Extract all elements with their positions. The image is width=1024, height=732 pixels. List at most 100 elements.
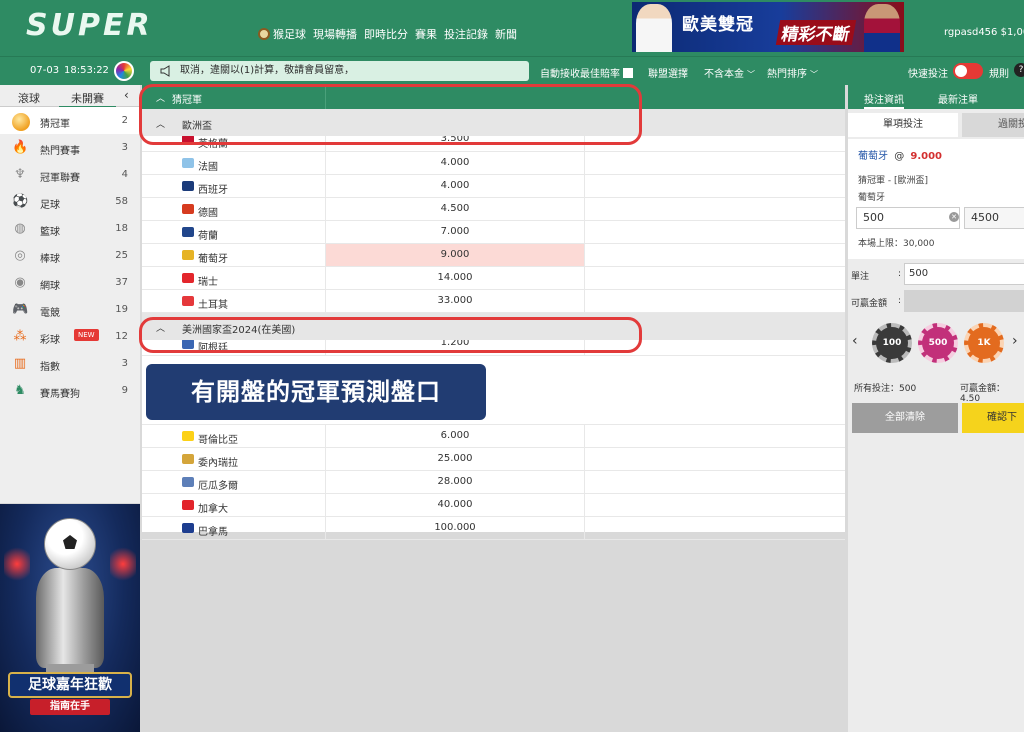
nav-live-score[interactable]: 即時比分 [364, 26, 408, 42]
banner-text-primary: 歐美雙冠 [682, 15, 754, 35]
table-row: 瑞士 14.000 [142, 267, 845, 290]
promo-ad[interactable]: 足球嘉年狂歡 指南在手 [0, 504, 140, 732]
quick-bet-toggle[interactable] [953, 63, 983, 79]
promo-banner[interactable]: 歐美雙冠 精彩不斷 [632, 2, 904, 52]
flag-icon [182, 454, 194, 464]
chevron-left-icon[interactable]: ‹ [852, 333, 858, 349]
odds-cell[interactable]: 28.000 [325, 471, 585, 493]
sidebar-item-lottery[interactable]: ⁂ 彩球 NEW 12 [0, 323, 140, 350]
confirm-bet-button[interactable]: 確認下 [962, 403, 1024, 433]
sidebar-item-baseball[interactable]: ◎ 棒球 25 [0, 242, 140, 269]
odds-cell[interactable]: 6.000 [325, 425, 585, 447]
player-image-left [636, 4, 672, 52]
table-row: 加拿大 40.000 [142, 494, 845, 517]
sidebar-item-index[interactable]: ▥ 指數 3 [0, 350, 140, 377]
announcement-marquee[interactable]: 取消，違關以(1)計算，敬請會員留意， [150, 61, 529, 81]
table-row: 西班牙 4.000 [142, 175, 845, 198]
promo-title: 足球嘉年狂歡 [8, 672, 132, 698]
sidebar-item-esports[interactable]: 🎮 電競 19 [0, 296, 140, 323]
sidebar-item-outright[interactable]: 猜冠軍 2 [0, 107, 140, 134]
pick-name: 葡萄牙 [858, 193, 886, 203]
betslip-tabs: 投注資訊 最新注單 [848, 85, 1024, 109]
odds-cell[interactable]: 7.000 [325, 221, 585, 243]
odds-cell-selected[interactable]: 9.000 [325, 244, 585, 266]
current-time: 18:53:22 [64, 65, 109, 76]
sidebar-item-basketball[interactable]: ◍ 籃球 18 [0, 215, 140, 242]
chip-500[interactable]: 500 [918, 323, 958, 363]
odds-cell[interactable]: 4.000 [325, 152, 585, 174]
toolbar: 07-03 18:53:22 取消，違關以(1)計算，敬請會員留意， 自動接收最… [0, 56, 1024, 85]
tab-in-play[interactable]: 滾球 [18, 90, 40, 106]
unit-stake-input[interactable]: 500 [904, 263, 1024, 285]
site-logo[interactable]: SUPER [26, 8, 153, 43]
baseball-icon: ◎ [14, 248, 26, 263]
soccer-ball-icon [44, 518, 96, 570]
fire-icon: 🔥 [12, 140, 29, 155]
sidebar-item-champions[interactable]: ♆ 冠軍聯賽 4 [0, 161, 140, 188]
win-amount-row: 可贏金額 : [848, 288, 1024, 316]
help-icon[interactable]: ? [1014, 63, 1024, 77]
chevron-down-icon: ﹀ [747, 70, 755, 79]
flag-icon [182, 158, 194, 168]
auto-accept-odds[interactable]: 自動接收最佳賠率 [540, 65, 633, 80]
market-name: 猜冠軍 - [歐洲盃] [858, 176, 928, 186]
odds-cell[interactable]: 25.000 [325, 448, 585, 470]
user-account[interactable]: rgpasd456 $1,00 [944, 27, 1024, 38]
nav-live-stream[interactable]: 現場轉播 [313, 26, 357, 42]
sidebar-item-hot[interactable]: 🔥 熱門賽事 3 [0, 134, 140, 161]
lottery-icon: ⁂ [13, 329, 27, 344]
tab-parlay[interactable]: 過關投 [962, 113, 1024, 137]
selection-card: 葡萄牙 @ 9.000 猜冠軍 - [歐洲盃] 葡萄牙 500 ✕ 4500 本… [848, 139, 1024, 259]
nav-bet-history[interactable]: 投注記錄 [444, 26, 488, 42]
auto-accept-checkbox[interactable] [623, 68, 633, 78]
chip-100[interactable]: 100 [872, 323, 912, 363]
tab-latest-bets[interactable]: 最新注單 [938, 91, 978, 106]
chip-selector: ‹ 100 500 1K › [848, 321, 1024, 365]
odds-cell[interactable]: 4.500 [325, 198, 585, 220]
table-row: 土耳其 33.000 [142, 290, 845, 313]
tab-upcoming[interactable]: 未開賽 [59, 90, 116, 108]
team-name: 委內瑞拉 [198, 458, 238, 469]
odds-cell[interactable]: 100.000 [325, 517, 585, 539]
sidebar-item-tennis[interactable]: ◉ 網球 37 [0, 269, 140, 296]
flag-icon [182, 273, 194, 283]
stake-input[interactable]: 500 ✕ [856, 207, 960, 229]
total-win: 可贏金額：4.50 [960, 384, 1006, 404]
theme-color-icon[interactable] [114, 61, 134, 81]
odds-cell[interactable]: 4.000 [325, 175, 585, 197]
bet-type-tabs: 單項投注 過關投 [848, 109, 1024, 137]
sidebar-item-soccer[interactable]: ⚽ 足球 58 [0, 188, 140, 215]
stage-light-icon [4, 544, 30, 584]
rules-link[interactable]: 規則 [989, 65, 1009, 80]
tab-single-bet[interactable]: 單項投注 [848, 113, 958, 137]
table-row: 德國 4.500 [142, 198, 845, 221]
flag-icon [182, 431, 194, 441]
flag-icon [182, 296, 194, 306]
gamepad-icon: 🎮 [12, 302, 29, 317]
clear-all-button[interactable]: 全部清除 [852, 403, 958, 433]
tab-bet-info[interactable]: 投注資訊 [864, 91, 904, 109]
chart-icon: ▥ [13, 356, 27, 371]
odds-cell[interactable]: 40.000 [325, 494, 585, 516]
team-name: 荷蘭 [198, 231, 218, 242]
team-name: 法國 [198, 162, 218, 173]
chevron-right-icon[interactable]: › [1012, 333, 1018, 349]
clear-icon[interactable]: ✕ [949, 212, 959, 222]
nav-news[interactable]: 新聞 [495, 26, 517, 42]
nav-results[interactable]: 賽果 [415, 26, 437, 42]
table-row: 荷蘭 7.000 [142, 221, 845, 244]
chip-1k[interactable]: 1K [964, 323, 1004, 363]
bet-limit: 本場上限：30,000 [858, 239, 935, 249]
table-row: 哥倫比亞 6.000 [142, 425, 845, 448]
collapse-sidebar-icon[interactable]: ‹ [124, 88, 129, 102]
team-name: 瑞士 [198, 277, 218, 288]
odds-cell[interactable]: 33.000 [325, 290, 585, 312]
sidebar-item-racing[interactable]: ♞ 賽馬賽狗 9 [0, 377, 140, 404]
sort-select[interactable]: 熱門排序 ﹀ [767, 65, 818, 80]
team-name: 西班牙 [198, 185, 228, 196]
stake-mode-select[interactable]: 不含本金 ﹀ [704, 65, 755, 80]
league-select[interactable]: 聯盟選擇 [648, 65, 688, 80]
odds-table: ︿ 猜冠軍 ︿ 歐洲盃 英格蘭 3.500 法國 4.000 西班牙 4.000… [142, 85, 845, 540]
odds-cell[interactable]: 14.000 [325, 267, 585, 289]
nav-soccer[interactable]: 猴足球 [258, 26, 306, 42]
